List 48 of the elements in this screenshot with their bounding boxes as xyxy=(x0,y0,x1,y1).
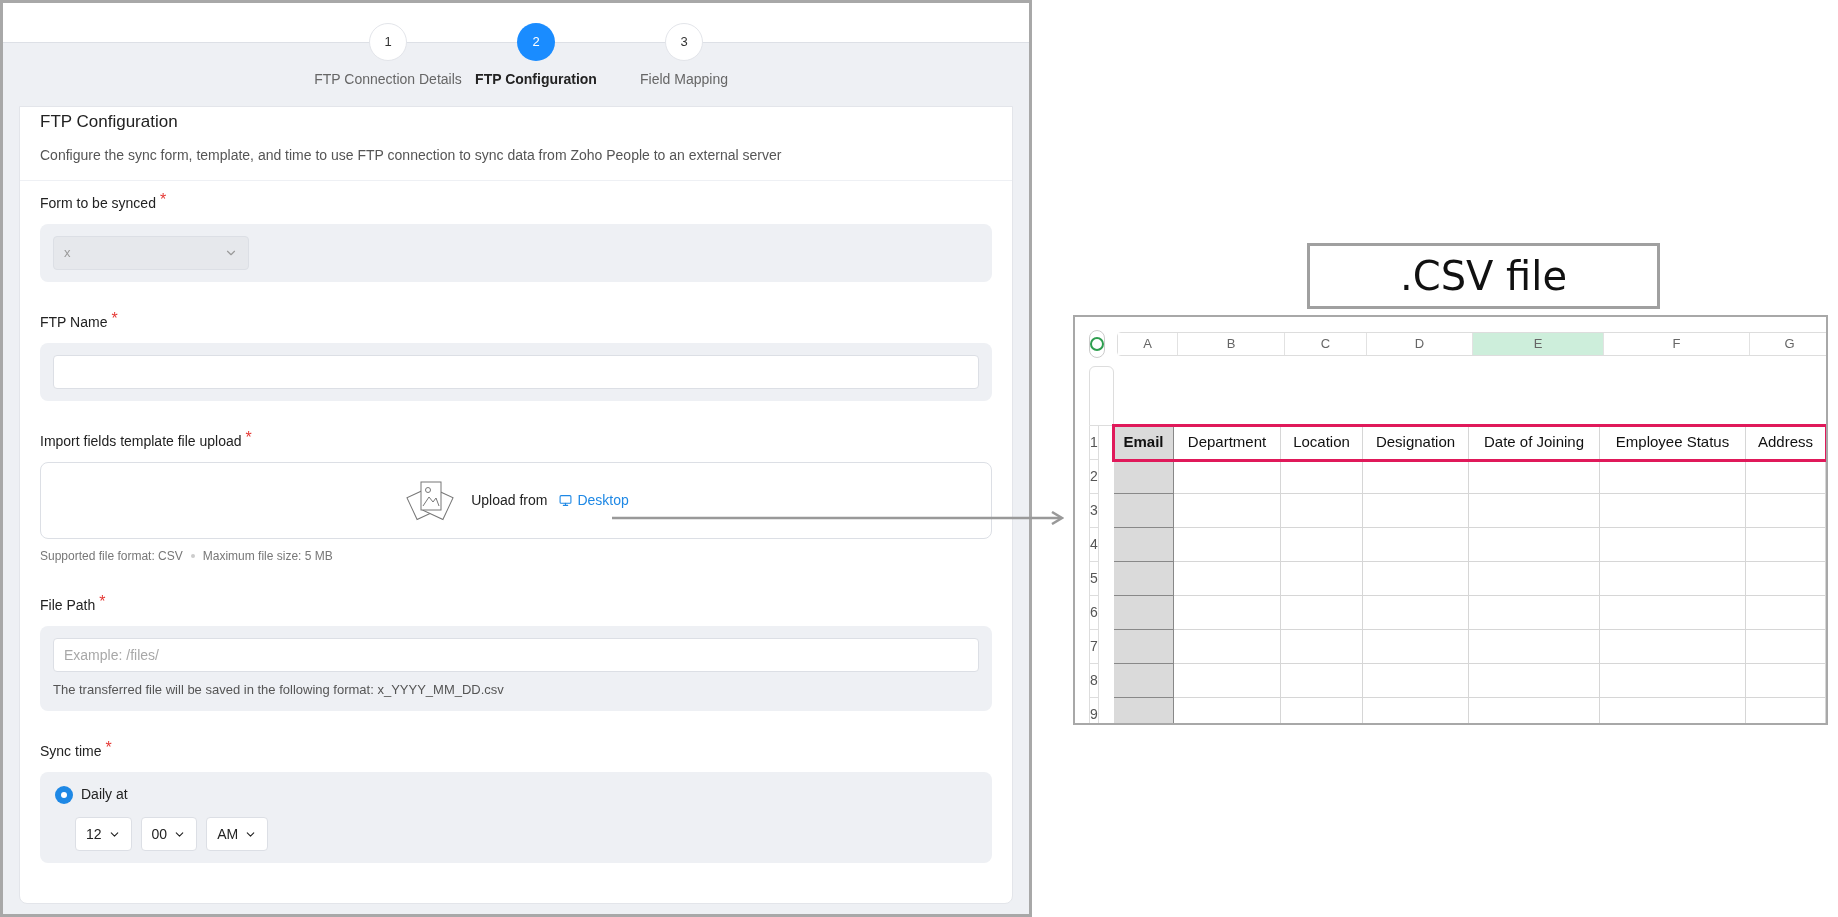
row-header-stub xyxy=(1089,366,1114,426)
row-number[interactable]: 3 xyxy=(1089,494,1099,528)
required-mark: * xyxy=(105,741,112,755)
radio-button[interactable] xyxy=(55,785,73,804)
row-number[interactable]: 8 xyxy=(1089,664,1099,698)
section-title: FTP Configuration xyxy=(40,111,179,133)
header-cell: Address xyxy=(1746,426,1826,460)
upload-hint: Maximum file size: 5 MB xyxy=(202,547,333,565)
row-number[interactable]: 7 xyxy=(1089,630,1099,664)
row-number[interactable]: 1 xyxy=(1089,426,1099,460)
step-tab[interactable]: 2 FTP Configuration xyxy=(466,23,606,90)
field-label: Import fields template file upload xyxy=(40,431,242,451)
monitor-icon xyxy=(559,493,573,507)
step-tab[interactable]: 3 Field Mapping xyxy=(614,23,754,90)
upload-hint: Supported file format: CSV xyxy=(40,547,183,565)
header-cell: Employee Status xyxy=(1600,426,1746,460)
required-mark: * xyxy=(159,192,167,207)
required-mark: * xyxy=(99,594,106,609)
row-number[interactable]: 9 xyxy=(1089,698,1099,723)
column-header[interactable]: E xyxy=(1473,333,1604,355)
text-input[interactable] xyxy=(53,354,979,389)
field-label: FTP Name xyxy=(40,312,108,332)
row-number[interactable]: 2 xyxy=(1089,460,1099,494)
required-mark: * xyxy=(111,311,118,326)
header-cell: Designation xyxy=(1363,426,1469,460)
upload-dropzone[interactable]: Upload from Desktop xyxy=(40,461,992,539)
section-description: Configure the sync form, template, and time to use FTP connection to sync data from Zoho People to an external server xyxy=(40,145,783,165)
desktop-link[interactable]: Desktop xyxy=(559,489,629,511)
upload-text: Upload from xyxy=(471,490,548,510)
field-label: File Path xyxy=(40,595,96,615)
format-note: The transferred file will be saved in the following format: x_YYYY_MM_DD.csv xyxy=(53,680,505,699)
row-number[interactable]: 4 xyxy=(1089,528,1099,562)
file-type-label: .CSV file xyxy=(1307,243,1660,309)
text-input[interactable]: Example: /files/ xyxy=(53,637,979,672)
header-cell: Location xyxy=(1281,426,1363,460)
time-select[interactable]: 12 xyxy=(75,817,132,851)
time-select[interactable]: AM xyxy=(206,817,269,851)
row-number[interactable]: 6 xyxy=(1089,596,1099,630)
row-number[interactable]: 5 xyxy=(1089,562,1099,596)
header-cell: Date of Joining xyxy=(1469,426,1600,460)
header-cell: Email xyxy=(1114,426,1174,460)
field-label: Form to be synced xyxy=(40,193,156,213)
required-mark: * xyxy=(245,430,252,445)
column-header[interactable]: A xyxy=(1118,333,1178,355)
radio-label: Daily at xyxy=(81,785,128,804)
time-select[interactable]: 00 xyxy=(140,817,198,851)
header-cell: Department xyxy=(1174,426,1281,460)
field-label: Sync time xyxy=(40,742,102,761)
